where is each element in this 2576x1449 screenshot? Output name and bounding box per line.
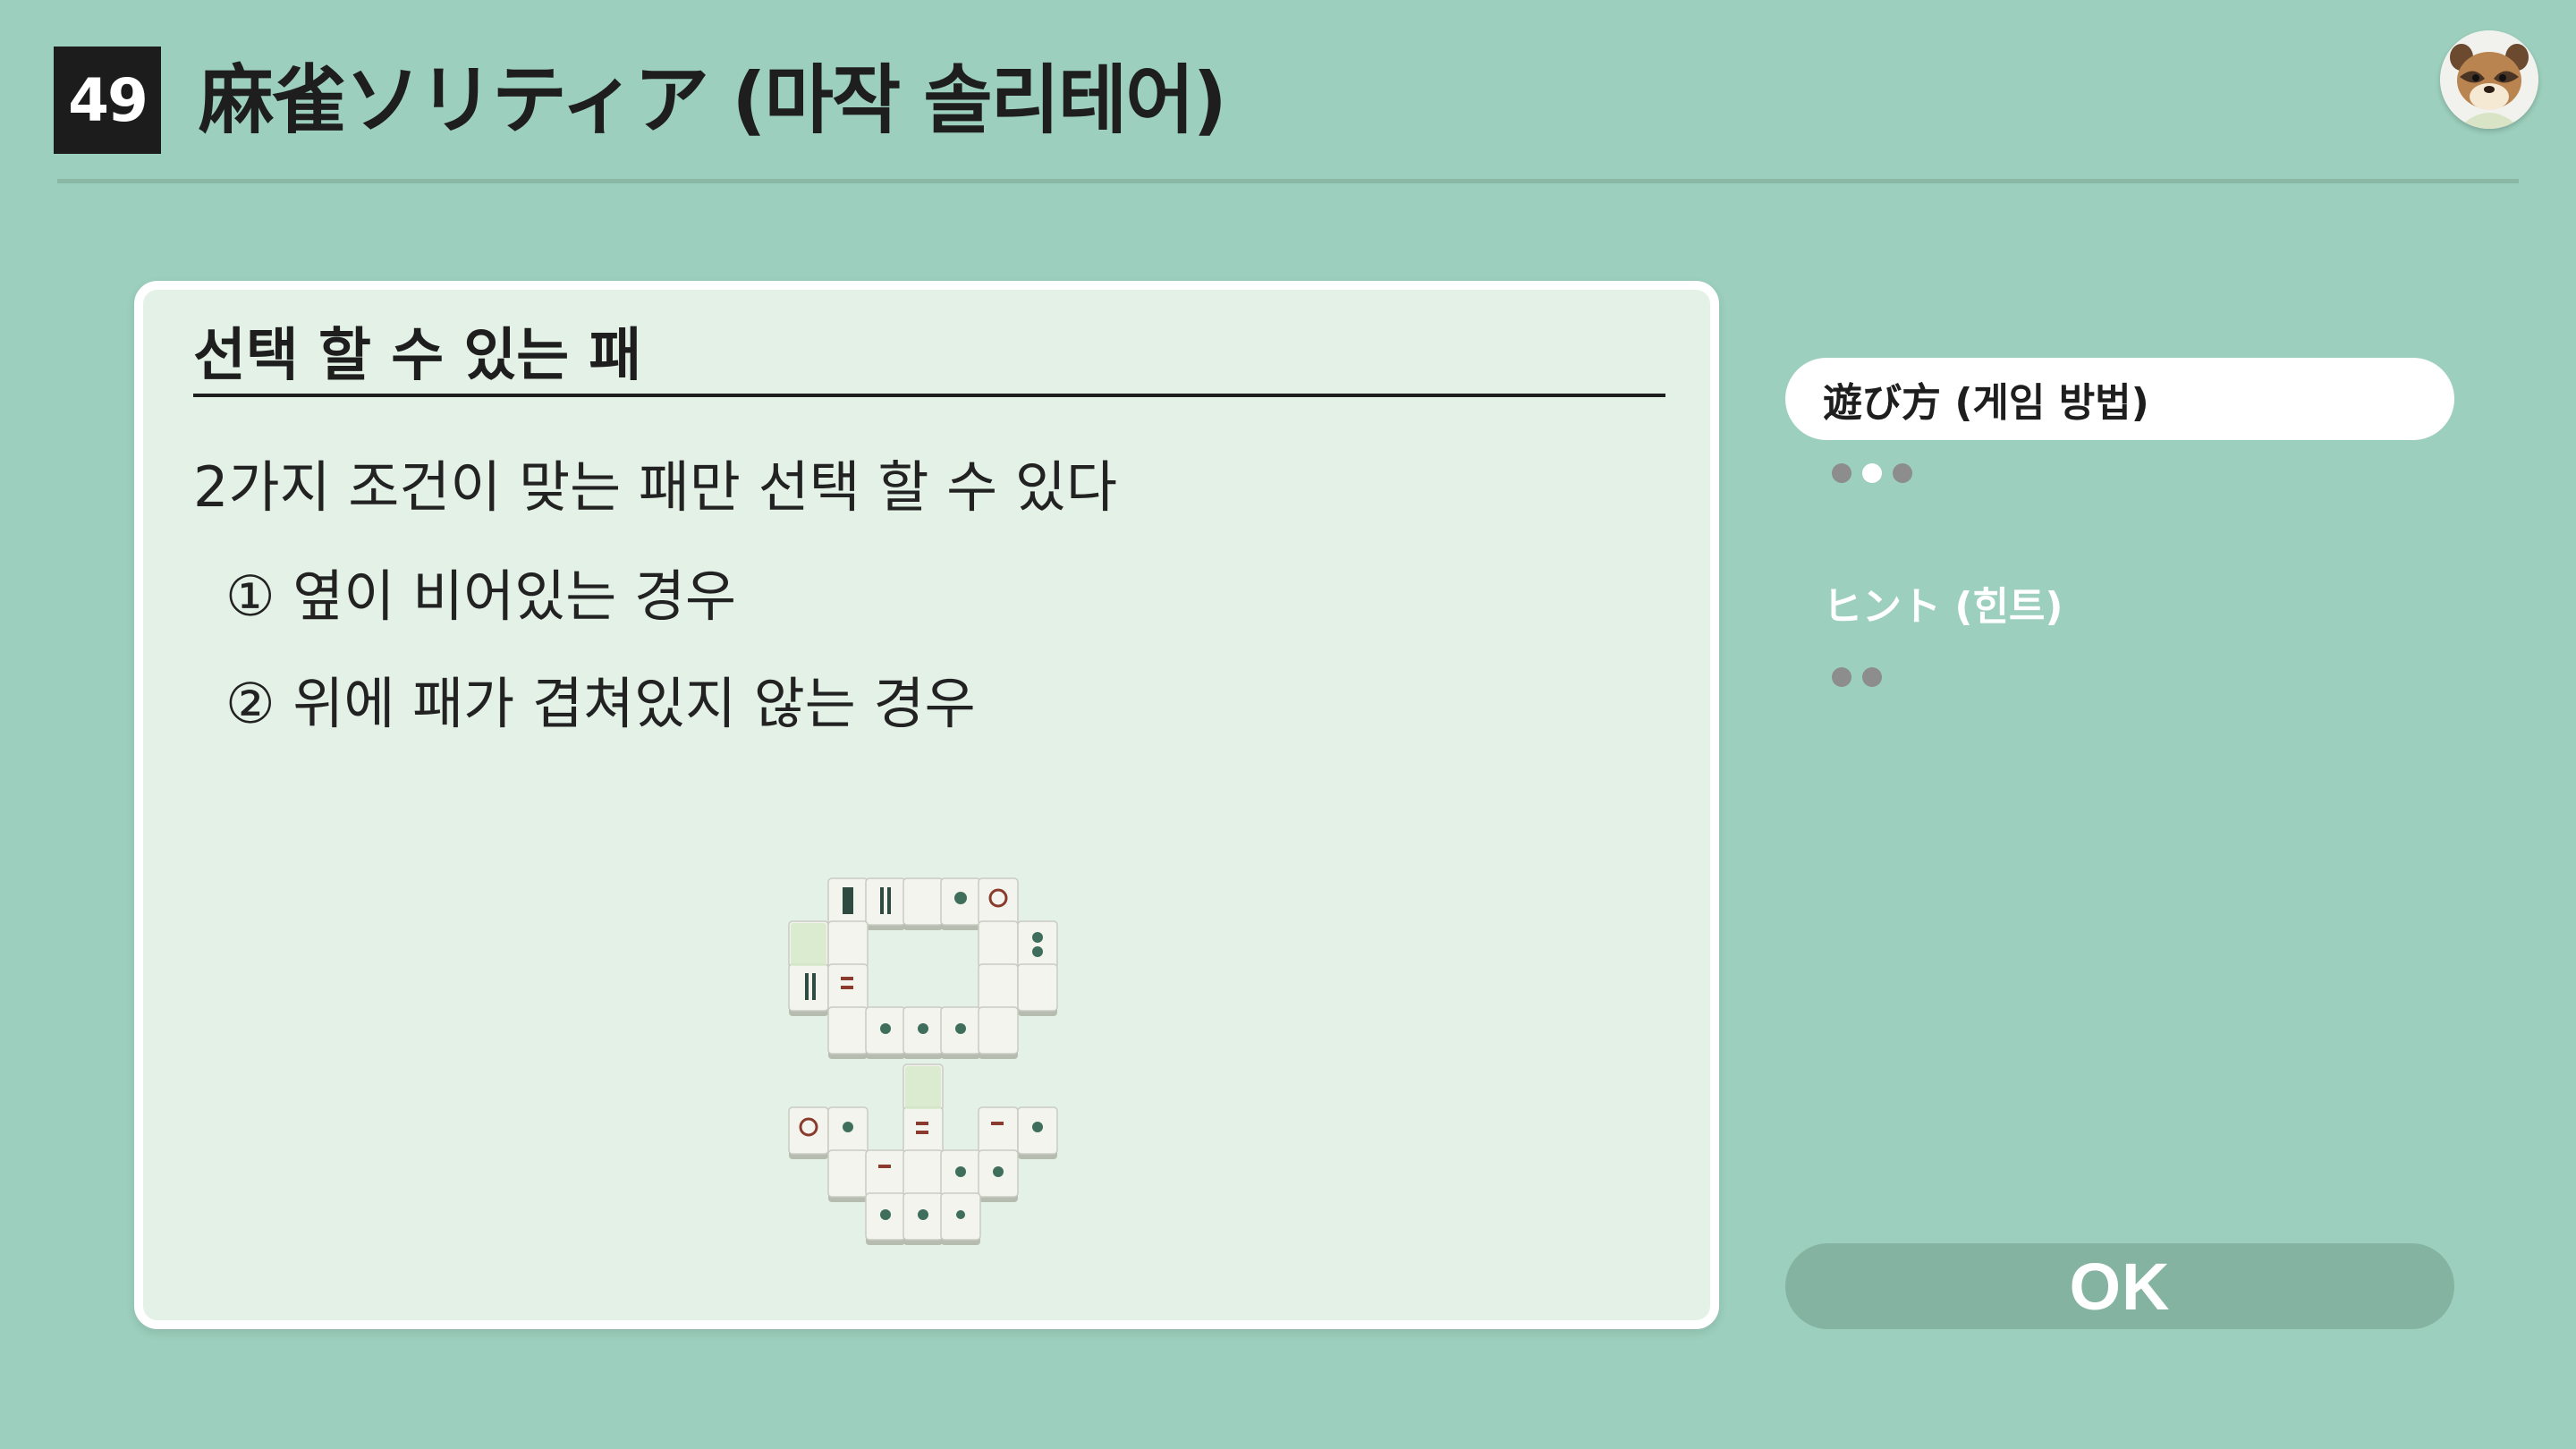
card-heading: 선택 할 수 있는 패 xyxy=(193,323,642,389)
rule-intro: 2가지 조건이 맞는 패만 선택 할 수 있다 xyxy=(193,454,1118,520)
menu-item-label: ヒント (힌트) xyxy=(1823,584,2063,630)
page-dot xyxy=(1893,463,1912,483)
menu-item-how-to-play[interactable]: 遊び方 (게임 방법) xyxy=(1785,358,2454,440)
page-indicator-how-to-play xyxy=(1785,440,2456,506)
ok-button[interactable]: OK xyxy=(1785,1243,2454,1329)
condition-1: ① 옆이 비어있는 경우 xyxy=(225,564,737,629)
game-title: 麻雀ソリティア (마작 솔리테어) xyxy=(199,56,1227,144)
raccoon-avatar-icon[interactable] xyxy=(2440,30,2538,129)
instruction-card: 선택 할 수 있는 패 2가지 조건이 맞는 패만 선택 할 수 있다 ① 옆이… xyxy=(134,281,1719,1329)
menu-item-hint[interactable]: ヒント (힌트) xyxy=(1785,562,2454,644)
side-menu: 遊び方 (게임 방법) ヒント (힌트) xyxy=(1785,358,2456,710)
menu-spacer xyxy=(1785,506,2456,562)
menu-item-label: 遊び方 (게임 방법) xyxy=(1823,380,2149,426)
header-divider xyxy=(57,179,2519,183)
page-dot xyxy=(1832,463,1852,483)
heading-underline xyxy=(193,394,1665,397)
game-number-badge: 49 xyxy=(54,47,161,154)
mahjong-tiles-illustration xyxy=(769,871,1127,1301)
condition-2: ② 위에 패가 겹쳐있지 않는 경우 xyxy=(225,671,976,736)
page-dot-current xyxy=(1862,463,1882,483)
header: 49 麻雀ソリティア (마작 솔리테어) xyxy=(0,0,2576,188)
page-dot xyxy=(1862,667,1882,687)
page-dot xyxy=(1832,667,1852,687)
page-indicator-hint xyxy=(1785,644,2456,710)
